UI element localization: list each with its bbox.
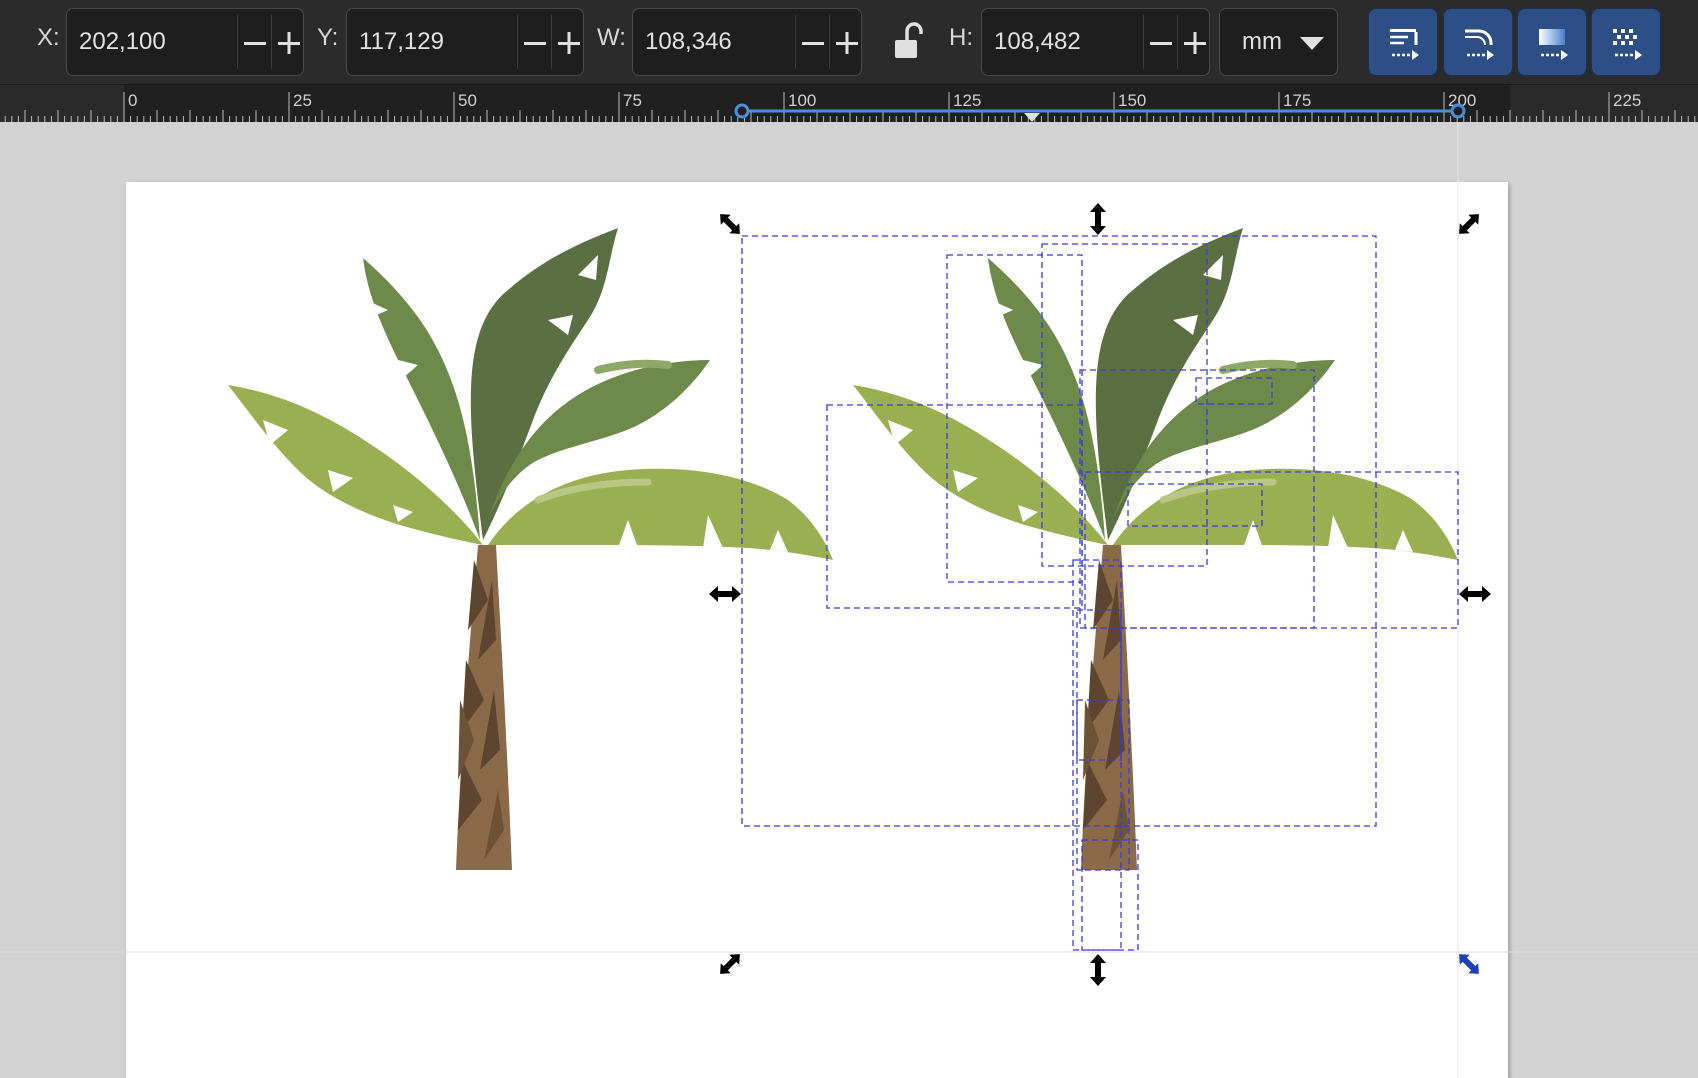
w-label: W: <box>597 24 626 51</box>
unlock-icon <box>895 22 923 58</box>
move-patterns-icon <box>1613 29 1642 60</box>
chevron-down-icon <box>1300 37 1324 50</box>
ruler-label: 175 <box>1283 91 1311 110</box>
h-label: H: <box>949 24 973 51</box>
move-gradients-button[interactable] <box>1517 8 1587 76</box>
x-decrement-button[interactable] <box>237 9 271 75</box>
ruler-label: 75 <box>623 91 642 110</box>
ruler-label: 25 <box>293 91 312 110</box>
ruler-label: 125 <box>953 91 981 110</box>
ruler-center-marker <box>1024 113 1040 122</box>
plus-icon <box>278 32 300 54</box>
x-increment-button[interactable] <box>271 9 305 75</box>
plus-icon <box>836 32 858 54</box>
x-field[interactable]: 202,100 <box>66 8 304 76</box>
ruler-label: 225 <box>1613 91 1641 110</box>
scale-stroke-button[interactable] <box>1368 8 1438 76</box>
minus-icon <box>524 42 546 45</box>
unit-dropdown[interactable]: mm <box>1219 8 1338 76</box>
minus-icon <box>802 42 824 45</box>
h-increment-button[interactable] <box>1177 9 1211 75</box>
w-increment-button[interactable] <box>829 9 863 75</box>
h-field[interactable]: 108,482 <box>981 8 1210 76</box>
h-value[interactable]: 108,482 <box>994 28 1081 56</box>
y-value[interactable]: 117,129 <box>359 28 444 56</box>
document-page[interactable] <box>126 182 1508 1078</box>
w-field[interactable]: 108,346 <box>632 8 862 76</box>
plus-icon <box>1184 32 1206 54</box>
x-value[interactable]: 202,100 <box>79 28 166 56</box>
y-decrement-button[interactable] <box>517 9 551 75</box>
minus-icon <box>1150 42 1172 45</box>
ruler-selection-start-handle[interactable] <box>734 103 750 119</box>
move-gradients-icon <box>1539 29 1568 60</box>
scale-rounded-corners-button[interactable] <box>1443 8 1513 76</box>
x-label: X: <box>37 24 60 51</box>
ruler-label: 0 <box>128 91 137 110</box>
lock-proportions-button[interactable] <box>893 22 927 62</box>
y-label: Y: <box>317 24 339 51</box>
horizontal-ruler[interactable]: 0 25 50 75 100 125 150 175 200 225 <box>0 85 1698 122</box>
w-value[interactable]: 108,346 <box>645 28 732 56</box>
w-decrement-button[interactable] <box>795 9 829 75</box>
move-patterns-button[interactable] <box>1591 8 1661 76</box>
ruler-label: 50 <box>458 91 477 110</box>
ruler-label: 100 <box>788 91 816 110</box>
ruler-scale: 0 25 50 75 100 125 150 175 200 225 <box>0 85 1698 122</box>
scale-stroke-icon <box>1390 29 1419 60</box>
unit-value: mm <box>1242 28 1282 55</box>
y-increment-button[interactable] <box>551 9 585 75</box>
transform-toolbar: X: 202,100 Y: 117,129 W: 108,346 H: 108,… <box>0 0 1698 85</box>
plus-icon <box>558 32 580 54</box>
ruler-selection-end-handle[interactable] <box>1450 103 1466 119</box>
ruler-label: 150 <box>1118 91 1146 110</box>
y-field[interactable]: 117,129 <box>346 8 584 76</box>
scale-corners-icon <box>1465 29 1494 60</box>
h-decrement-button[interactable] <box>1143 9 1177 75</box>
minus-icon <box>244 42 266 45</box>
